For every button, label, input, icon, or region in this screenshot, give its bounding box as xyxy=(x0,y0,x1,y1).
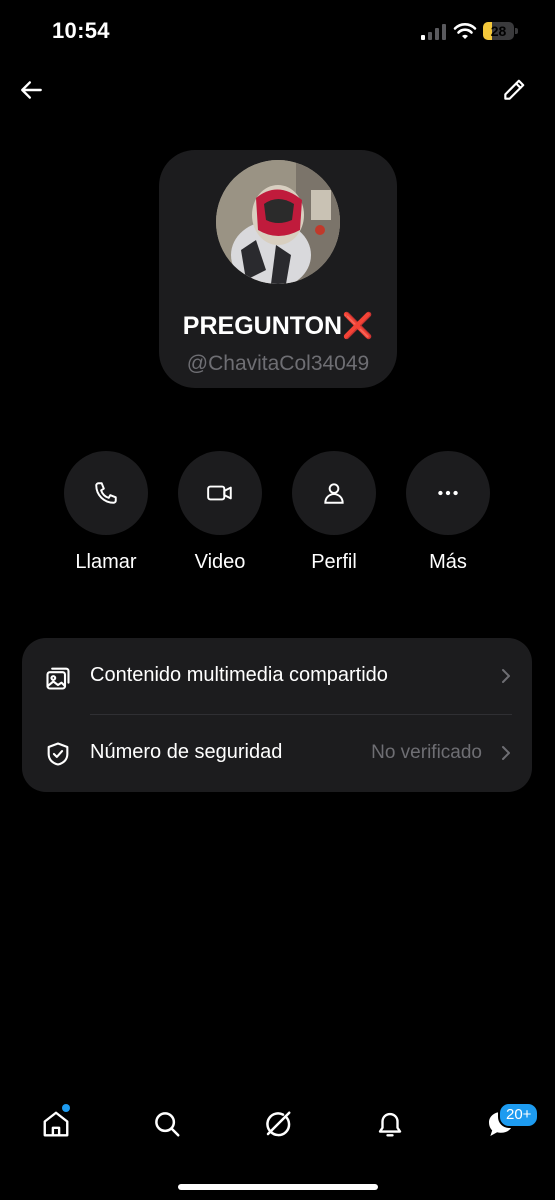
back-button[interactable] xyxy=(14,72,50,108)
notifications-icon xyxy=(378,1112,402,1137)
profile-handle: @ChavitaCol34049 xyxy=(186,352,370,375)
shared-media-label: Contenido multimedia compartido xyxy=(90,664,388,686)
shared-media-row[interactable]: Contenido multimedia compartido xyxy=(22,638,532,715)
avatar-photo xyxy=(216,160,340,284)
avatar[interactable] xyxy=(216,160,340,284)
pencil-icon xyxy=(504,79,525,100)
security-number-row[interactable]: Número de seguridad No verificado xyxy=(22,715,532,792)
tab-notifications[interactable] xyxy=(370,1104,410,1144)
status-time: 10:54 xyxy=(52,18,110,43)
home-icon xyxy=(43,1111,69,1137)
profile-button[interactable] xyxy=(292,451,376,535)
call-label: Llamar xyxy=(75,551,137,573)
shield-check-icon xyxy=(47,742,69,766)
profile-label: Perfil xyxy=(311,551,357,573)
profile-name: PREGUNTON❌ xyxy=(182,312,374,340)
video-button[interactable] xyxy=(178,451,262,535)
home-indicator xyxy=(178,1184,378,1190)
wifi-icon xyxy=(453,23,477,39)
tab-grok[interactable] xyxy=(258,1104,298,1144)
video-label: Video xyxy=(194,551,246,573)
arrow-left-icon xyxy=(21,81,42,99)
phone-icon xyxy=(95,482,117,504)
media-gallery-icon xyxy=(46,667,70,690)
tab-home[interactable] xyxy=(36,1104,76,1144)
more-label: Más xyxy=(429,551,467,573)
person-icon xyxy=(324,483,344,504)
home-notification-dot xyxy=(62,1104,70,1112)
messages-badge: 20+ xyxy=(498,1102,540,1128)
cellular-signal-icon xyxy=(421,24,446,40)
more-icon xyxy=(438,490,458,496)
more-button[interactable] xyxy=(406,451,490,535)
security-status: No verificado xyxy=(371,742,482,763)
battery-indicator: 28 xyxy=(483,22,519,40)
battery-level: 28 xyxy=(490,23,507,39)
security-number-label: Número de seguridad xyxy=(90,741,283,763)
search-icon xyxy=(155,1112,180,1137)
video-icon xyxy=(207,485,232,501)
tab-search[interactable] xyxy=(147,1104,187,1144)
chevron-right-icon xyxy=(502,746,510,760)
edit-button[interactable] xyxy=(496,72,532,108)
grok-icon xyxy=(266,1111,291,1137)
call-button[interactable] xyxy=(64,451,148,535)
chevron-right-icon xyxy=(502,669,510,683)
